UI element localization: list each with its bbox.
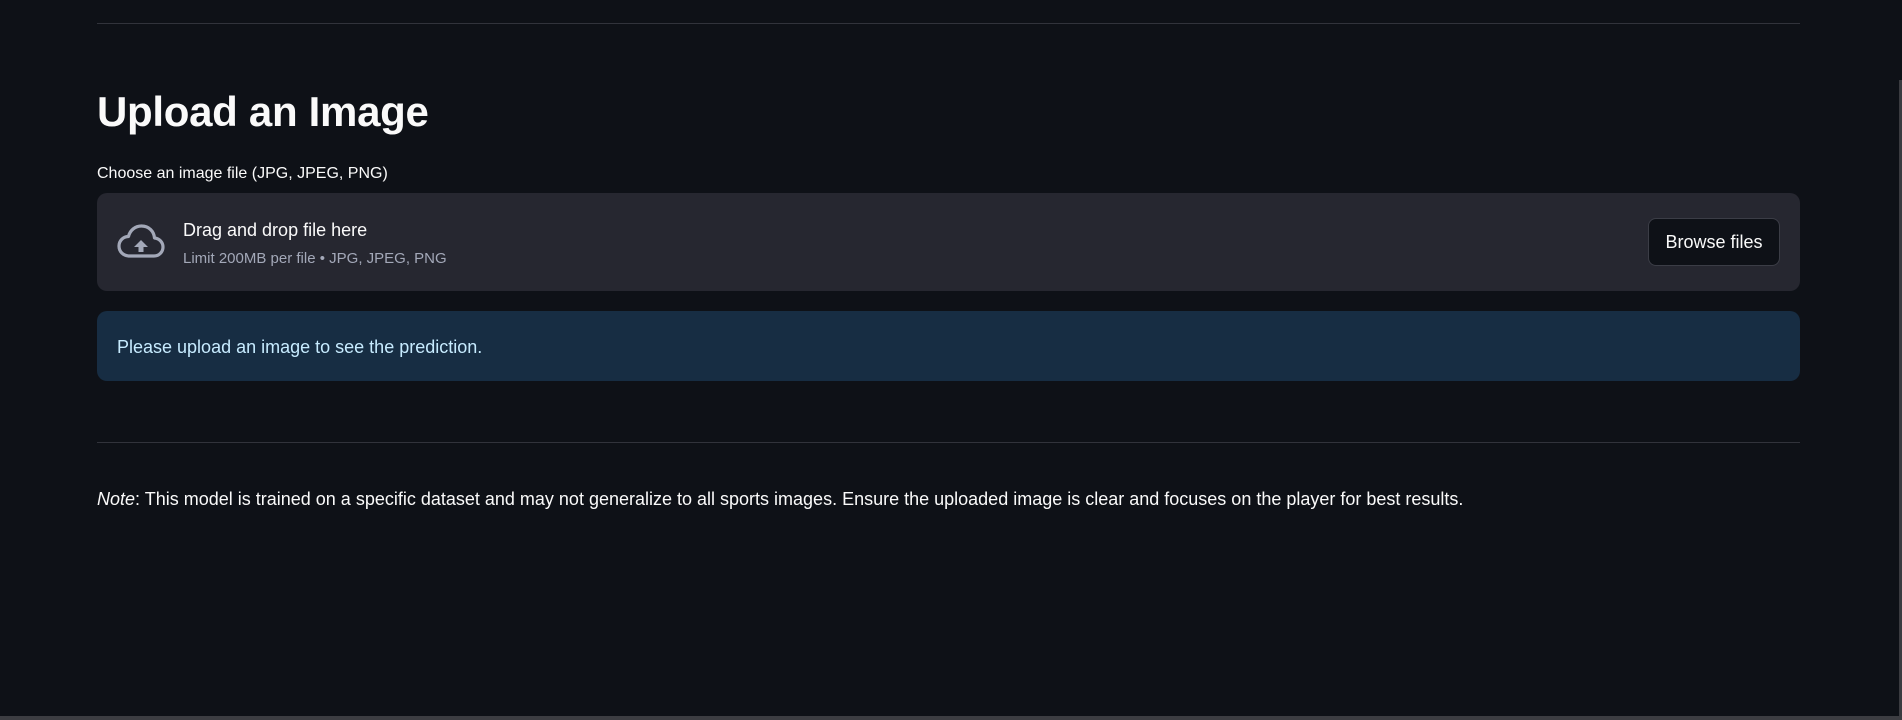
note-prefix: Note <box>97 489 136 509</box>
model-note: Note: This model is trained on a specifi… <box>97 488 1463 510</box>
top-divider <box>97 23 1800 24</box>
browse-files-button[interactable]: Browse files <box>1648 218 1780 266</box>
dropzone-title: Drag and drop file here <box>183 220 368 240</box>
app-page: Upload an Image Choose an image file (JP… <box>0 0 1902 720</box>
section-divider <box>97 442 1800 443</box>
note-text: : This model is trained on a specific da… <box>135 489 1464 509</box>
info-alert: Please upload an image to see the predic… <box>97 311 1800 381</box>
file-dropzone[interactable]: Drag and drop file here Limit 200MB per … <box>97 193 1800 291</box>
page-title: Upload an Image <box>97 88 429 135</box>
file-uploader-label: Choose an image file (JPG, JPEG, PNG) <box>97 165 388 182</box>
info-alert-text: Please upload an image to see the predic… <box>117 337 483 357</box>
cloud-upload-icon <box>117 223 165 261</box>
dropzone-limit-text: Limit 200MB per file • JPG, JPEG, PNG <box>183 250 447 267</box>
window-bottom-border <box>0 716 1902 720</box>
